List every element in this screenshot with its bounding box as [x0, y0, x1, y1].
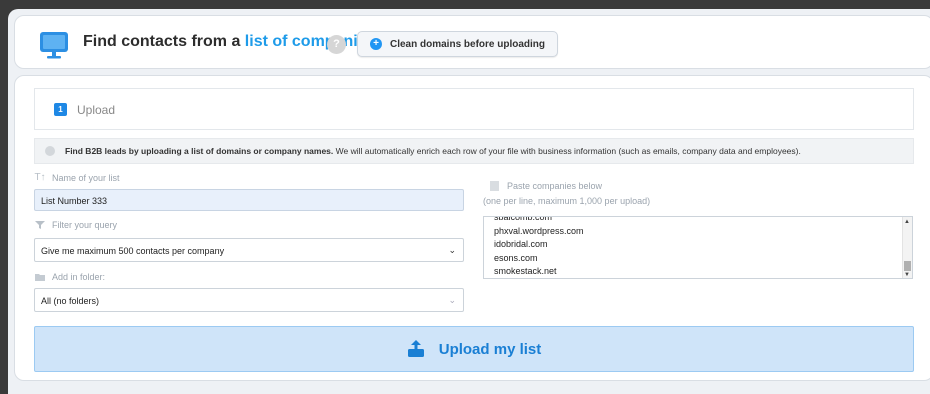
filter-select-value: Give me maximum 500 contacts per company: [41, 246, 225, 256]
upload-list-button[interactable]: Upload my list: [34, 326, 914, 372]
paste-companies-textarea[interactable]: sbaicomb.com phxval.wordpress.com idobri…: [483, 216, 913, 279]
folder-label: Add in folder:: [34, 272, 105, 282]
upload-icon: [407, 340, 424, 357]
monitor-icon: [40, 32, 68, 59]
info-icon: [45, 146, 55, 156]
paste-hint: (one per line, maximum 1,000 per upload): [483, 196, 650, 206]
document-icon: [490, 181, 499, 191]
text-type-icon: T↑: [34, 172, 46, 183]
paste-lines: sbaicomb.com phxval.wordpress.com idobri…: [494, 216, 584, 278]
help-icon[interactable]: ?: [327, 35, 346, 54]
info-text: Find B2B leads by uploading a list of do…: [65, 146, 801, 156]
paste-line: sbaicomb.com: [494, 216, 553, 222]
info-banner: Find B2B leads by uploading a list of do…: [34, 138, 914, 164]
paste-line: smokestack.net: [494, 266, 557, 276]
chevron-down-icon: ⌄: [448, 245, 456, 255]
step-label: Upload: [77, 103, 116, 117]
chevron-down-icon: ⌄: [448, 295, 456, 305]
paste-hint-text: (one per line, maximum 1,000 per upload): [483, 196, 651, 206]
plus-circle-icon: +: [370, 38, 382, 50]
header-card: Find contacts from a list of companies ?…: [14, 15, 930, 69]
folder-select-value: All (no folders): [41, 296, 100, 306]
step-number-badge: 1: [54, 103, 67, 116]
page-title-prefix: Find contacts from a: [83, 33, 245, 50]
paste-line: phxval.wordpress.com: [494, 225, 584, 236]
folder-icon: [35, 274, 45, 281]
filter-icon: [35, 221, 45, 229]
info-text-rest: We will automatically enrich each row of…: [333, 146, 801, 156]
clean-domains-label: Clean domains before uploading: [390, 38, 546, 50]
step-header: 1 Upload: [34, 88, 914, 130]
info-text-bold: Find B2B leads by uploading a list of do…: [65, 146, 334, 156]
filter-label-text: Filter your query: [52, 220, 118, 230]
list-name-label-text: Name of your list: [52, 173, 120, 183]
paste-line: esons.com: [494, 252, 538, 263]
scrollbar-thumb[interactable]: [904, 261, 911, 271]
scroll-up-arrow-icon[interactable]: ▲: [904, 219, 910, 225]
upload-card: 1 Upload Find B2B leads by uploading a l…: [14, 75, 930, 381]
paste-line: idobridal.com: [494, 239, 548, 249]
app-frame: Find contacts from a list of companies ?…: [8, 9, 930, 394]
filter-label: Filter your query: [34, 220, 117, 230]
clean-domains-button[interactable]: + Clean domains before uploading: [357, 31, 559, 57]
upload-list-label: Upload my list: [438, 340, 542, 358]
filter-select[interactable]: Give me maximum 500 contacts per company…: [34, 238, 464, 262]
paste-label: Paste companies below: [489, 181, 602, 191]
list-name-input[interactable]: List Number 333: [34, 189, 464, 211]
folder-label-text: Add in folder:: [52, 272, 106, 282]
page-title-highlight: list of companies: [244, 33, 376, 50]
folder-select[interactable]: All (no folders) ⌄: [34, 288, 464, 312]
paste-label-text: Paste companies below: [507, 181, 603, 191]
list-name-label: T↑ Name of your list: [34, 172, 120, 184]
scrollbar[interactable]: ▲ ▼: [902, 217, 912, 278]
scroll-down-arrow-icon[interactable]: ▼: [904, 272, 910, 278]
